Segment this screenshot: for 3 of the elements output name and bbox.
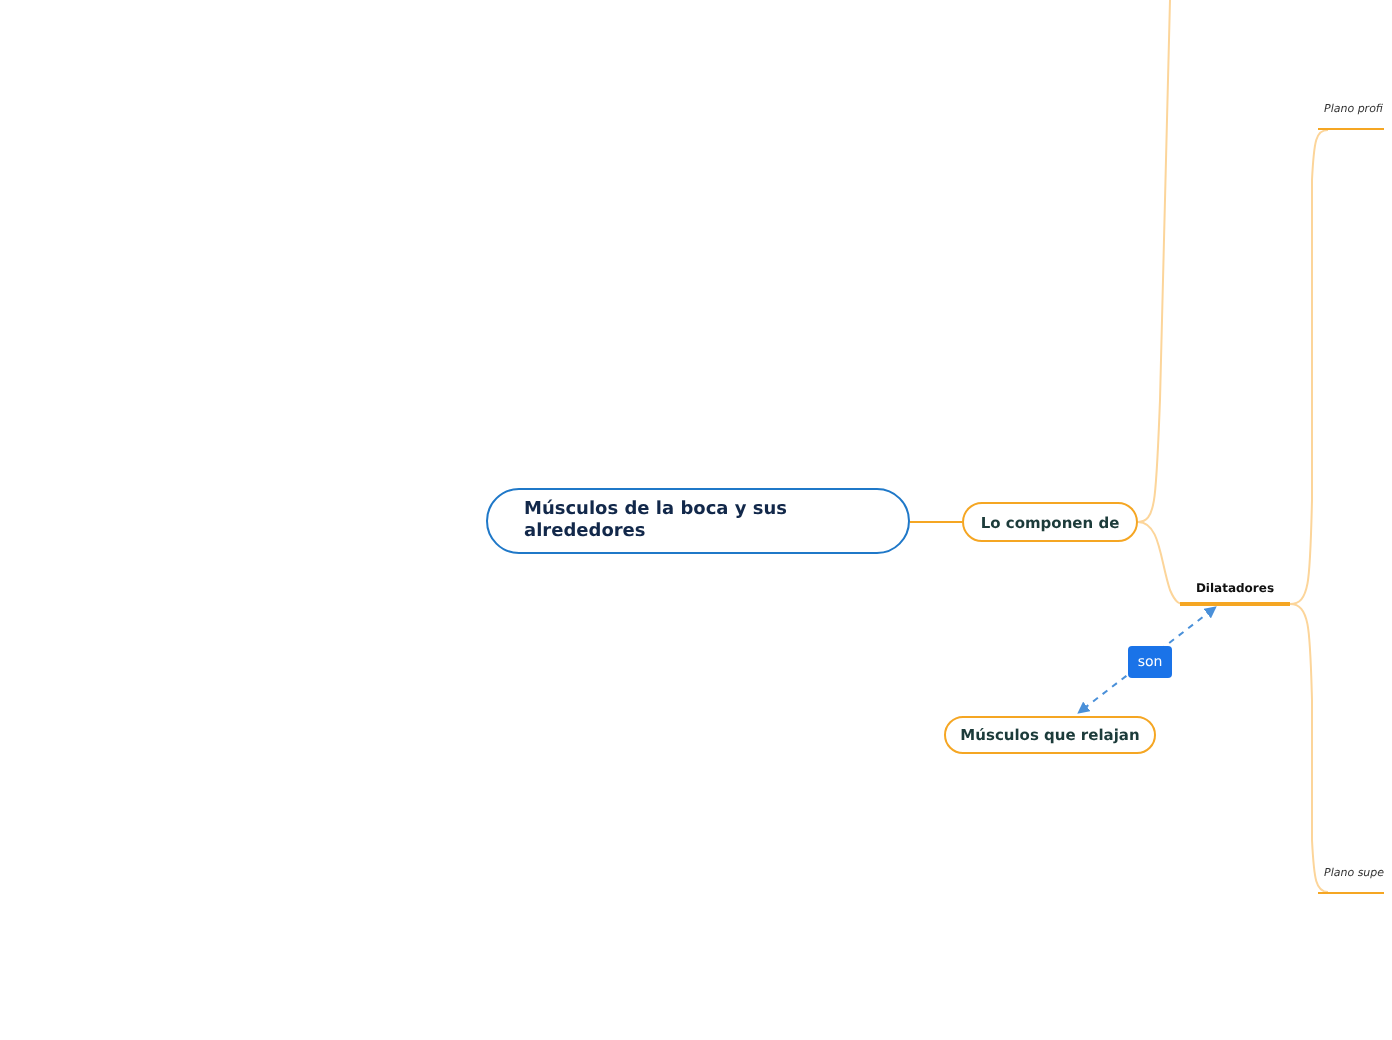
central-topic[interactable]: Músculos de la boca y sus alrededores (486, 488, 910, 554)
relationship-arrow (1077, 606, 1217, 714)
connector-line (909, 521, 963, 523)
